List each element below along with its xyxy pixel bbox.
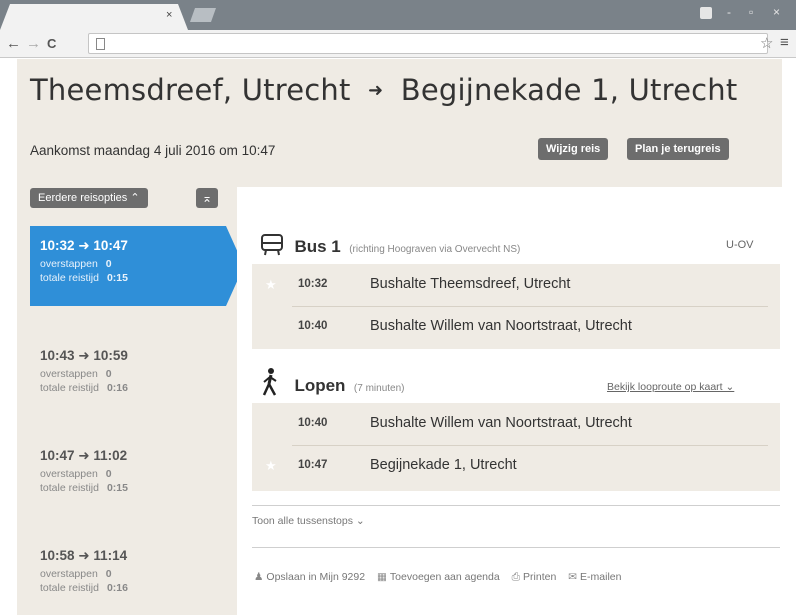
- reload-icon[interactable]: C: [47, 36, 56, 51]
- show-all-stops-link[interactable]: Toon alle tussenstops ⌄: [252, 515, 365, 527]
- stop-time: 10:40: [298, 417, 328, 429]
- browser-tabstrip: × - ▫ ×: [0, 0, 796, 30]
- browser-tab[interactable]: [0, 4, 188, 30]
- print-label: Printen: [523, 571, 557, 583]
- walk-stops: 10:40 Bushalte Willem van Noortstraat, U…: [252, 403, 780, 491]
- change-trip-button[interactable]: Wijzig reis: [538, 138, 609, 160]
- option-transfers: overstappen 0: [40, 568, 112, 580]
- star-icon[interactable]: ★: [265, 277, 277, 293]
- option-duration: totale reistijd 0:16: [40, 382, 128, 394]
- stop-name: Bushalte Willem van Noortstraat, Utrecht: [370, 415, 632, 431]
- walk-route-map-link[interactable]: Bekijk looproute op kaart ⌄: [607, 381, 734, 393]
- option-time: 10:43 ➜ 10:59: [40, 348, 128, 363]
- page-title: Theemsdreef, Utrecht ➜ Begijnekade 1, Ut…: [30, 73, 737, 107]
- bookmark-star-icon[interactable]: ☆: [760, 34, 773, 52]
- bus-direction: (richting Hoograven via Overvecht NS): [349, 244, 521, 255]
- option-time: 10:32 ➜ 10:47: [40, 238, 128, 253]
- stop-row: ★ 10:32 Bushalte Theemsdreef, Utrecht: [252, 264, 780, 307]
- calendar-icon: ▦: [377, 571, 387, 583]
- bus-stops: ★ 10:32 Bushalte Theemsdreef, Utrecht 10…: [252, 264, 780, 349]
- arrival-text: Aankomst maandag 4 juli 2016 om 10:47: [30, 143, 276, 158]
- stop-row: 10:40 Bushalte Willem van Noortstraat, U…: [252, 306, 780, 348]
- envelope-icon: ✉: [568, 571, 578, 583]
- operator-label: U-OV: [726, 239, 754, 251]
- print-action[interactable]: ⎙ Printen: [512, 571, 557, 583]
- option-time: 10:47 ➜ 11:02: [40, 448, 128, 463]
- user-icon: ♟: [254, 571, 264, 583]
- minimize-icon[interactable]: -: [727, 5, 731, 19]
- option-transfers: overstappen 0: [40, 368, 112, 380]
- earlier-options-button[interactable]: Eerdere reisopties ⌃: [30, 188, 148, 208]
- trip-option-active[interactable]: 10:32 ➜ 10:47 overstappen 0 totale reisti…: [30, 226, 244, 306]
- option-time: 10:58 ➜ 11:14: [40, 548, 128, 563]
- bus-leg-header: Bus 1 (richting Hoograven via Overvecht …: [260, 234, 520, 257]
- action-bar: ♟ Opslaan in Mijn 9292 ▦ Toevoegen aan age…: [254, 571, 630, 584]
- bus-title: Bus 1: [294, 237, 341, 256]
- stop-name: Bushalte Theemsdreef, Utrecht: [370, 276, 571, 292]
- option-transfers: overstappen 0: [40, 468, 112, 480]
- option-duration: totale reistijd 0:15: [40, 482, 128, 494]
- stop-row: ★ 10:47 Begijnekade 1, Utrecht: [252, 445, 780, 487]
- stop-time: 10:40: [298, 320, 328, 332]
- trip-option[interactable]: 10:43 ➜ 10:59 overstappen 0 totale reisti…: [30, 336, 234, 416]
- email-label: E-mailen: [580, 571, 622, 583]
- divider: [252, 547, 780, 548]
- destination: Begijnekade 1, Utrecht: [400, 73, 738, 107]
- window-close-icon[interactable]: ×: [773, 5, 780, 19]
- divider: [252, 505, 780, 506]
- page: Theemsdreef, Utrecht ➜ Begijnekade 1, Ut…: [0, 59, 796, 615]
- browser-toolbar: ← → C ☆ ≡: [0, 30, 796, 58]
- option-duration: totale reistijd 0:16: [40, 582, 128, 594]
- printer-icon: ⎙: [511, 571, 521, 583]
- trip-option[interactable]: 10:58 ➜ 11:14 overstappen 0 totale reisti…: [30, 536, 234, 615]
- maximize-icon[interactable]: ▫: [749, 5, 753, 19]
- new-tab-button[interactable]: [190, 8, 216, 22]
- profile-icon[interactable]: [700, 7, 712, 19]
- agenda-label: Toevoegen aan agenda: [389, 571, 500, 583]
- star-icon[interactable]: ★: [265, 458, 277, 474]
- menu-icon[interactable]: ≡: [780, 34, 789, 51]
- collapse-icon[interactable]: ⌅: [196, 188, 218, 208]
- arrow-icon: ➜: [368, 80, 384, 101]
- save-label: Opslaan in Mijn 9292: [266, 571, 366, 583]
- address-bar[interactable]: [88, 33, 768, 54]
- stop-row: 10:40 Bushalte Willem van Noortstraat, U…: [252, 403, 780, 446]
- tab-close-icon[interactable]: ×: [166, 9, 172, 21]
- option-transfers: overstappen 0: [40, 258, 112, 270]
- save-action[interactable]: ♟ Opslaan in Mijn 9292: [254, 571, 365, 583]
- email-action[interactable]: ✉ E-mailen: [568, 571, 621, 583]
- walking-icon: [262, 368, 277, 396]
- agenda-action[interactable]: ▦ Toevoegen aan agenda: [377, 571, 500, 583]
- walk-title: Lopen: [294, 376, 346, 395]
- page-icon: [96, 38, 105, 50]
- plan-return-button[interactable]: Plan je terugreis: [627, 138, 729, 160]
- option-duration: totale reistijd 0:15: [40, 272, 128, 284]
- stop-name: Bushalte Willem van Noortstraat, Utrecht: [370, 318, 632, 334]
- back-icon[interactable]: ←: [6, 35, 21, 52]
- walk-leg-header: Lopen (7 minuten): [260, 367, 404, 397]
- forward-icon[interactable]: →: [26, 35, 41, 52]
- trip-option[interactable]: 10:47 ➜ 11:02 overstappen 0 totale reisti…: [30, 436, 234, 516]
- walk-duration: (7 minuten): [353, 383, 405, 394]
- stop-time: 10:32: [298, 278, 328, 290]
- origin: Theemsdreef, Utrecht: [30, 73, 351, 107]
- stop-time: 10:47: [298, 459, 328, 471]
- stop-name: Begijnekade 1, Utrecht: [370, 457, 517, 473]
- bus-icon: [261, 234, 283, 256]
